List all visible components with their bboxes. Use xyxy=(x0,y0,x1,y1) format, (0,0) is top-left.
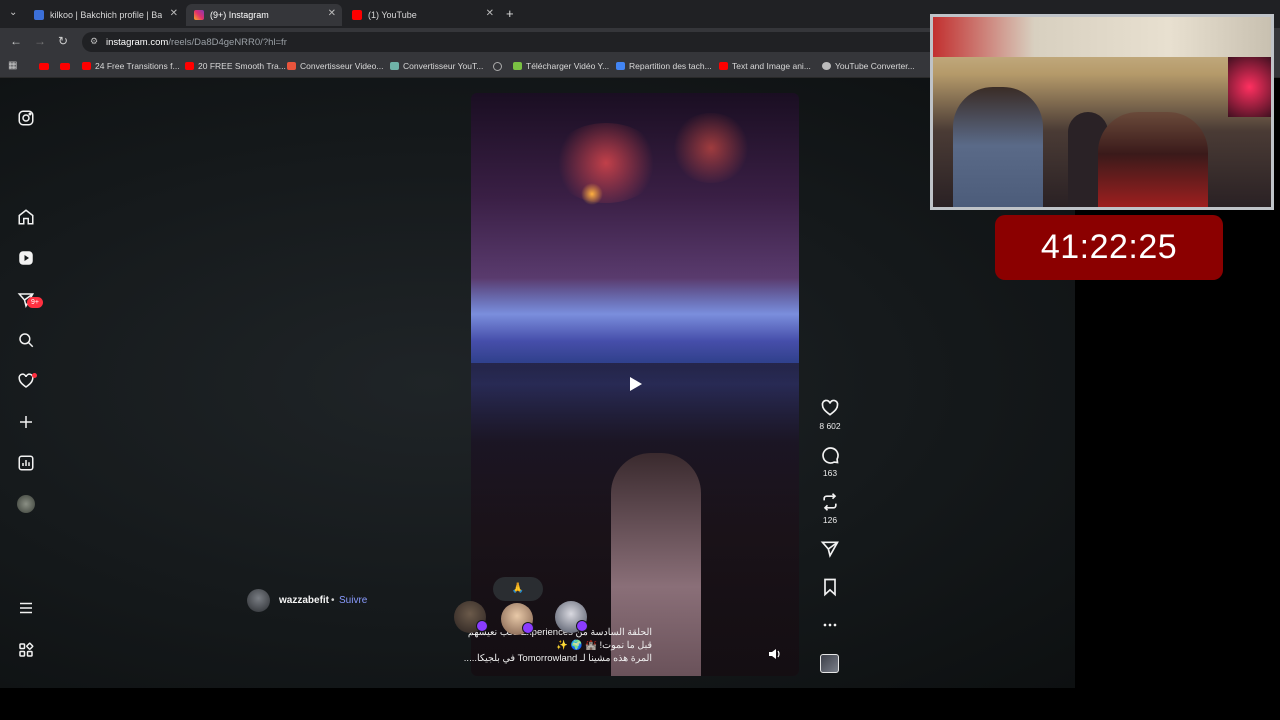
close-tab-icon[interactable]: ✕ xyxy=(486,8,494,19)
globe-icon xyxy=(822,62,831,70)
stream-timer: 41:22:25 xyxy=(995,215,1223,280)
share-icon[interactable] xyxy=(820,539,840,559)
close-tab-icon[interactable]: ✕ xyxy=(170,8,178,19)
bookmark-label: Convertisseur YouT... xyxy=(403,61,484,71)
tab-title: kilkoo | Bakchich profile | Bakch xyxy=(50,10,162,20)
bookmark-item[interactable]: Convertisseur Video... xyxy=(287,61,383,71)
youtube-icon xyxy=(352,10,362,20)
tab-list-chevron-icon[interactable]: ⌄ xyxy=(9,7,17,18)
firework xyxy=(581,183,603,205)
youtube-bookmark-icon[interactable] xyxy=(39,63,49,70)
menu-icon[interactable] xyxy=(17,599,35,617)
likes-count: 8 602 xyxy=(819,421,841,431)
bakchich-icon xyxy=(34,10,44,20)
youtube-icon xyxy=(185,62,194,70)
comments-count: 163 xyxy=(822,468,838,478)
reload-icon[interactable]: ↻ xyxy=(58,34,68,48)
streamer-right xyxy=(1098,112,1208,207)
youtube-icon xyxy=(82,62,91,70)
converter-icon xyxy=(390,62,399,70)
bookmark-item[interactable]: Repartition des tach... xyxy=(616,61,712,71)
dashboard-icon[interactable] xyxy=(17,454,35,472)
original-audio-thumbnail[interactable] xyxy=(820,654,839,673)
bookmark-icon[interactable] xyxy=(820,577,840,597)
tab-title: (9+) Instagram xyxy=(210,10,269,20)
youtube-bookmark-icon[interactable] xyxy=(60,63,70,70)
bookmark-label: Text and Image ani... xyxy=(732,61,811,71)
bookmark-item[interactable]: Text and Image ani... xyxy=(719,61,811,71)
new-tab-button[interactable]: + xyxy=(506,6,514,21)
reels-icon[interactable] xyxy=(17,249,35,267)
follow-button[interactable]: Suivre xyxy=(339,595,367,606)
bookmark-label: Repartition des tach... xyxy=(629,61,712,71)
apps-icon[interactable] xyxy=(17,641,35,659)
globe-icon[interactable] xyxy=(493,62,502,71)
reaction-bubble[interactable]: 🙏 xyxy=(493,577,543,601)
bookmark-label: Convertisseur Video... xyxy=(300,61,384,71)
notification-badge: 9+ xyxy=(27,297,43,308)
comment-icon[interactable] xyxy=(820,445,840,465)
bookmark-item[interactable]: 20 FREE Smooth Tra... xyxy=(185,61,286,71)
home-icon[interactable] xyxy=(17,208,35,226)
reposts-count: 126 xyxy=(822,515,838,525)
bottom-bar xyxy=(0,688,1280,720)
repost-badge-icon xyxy=(576,620,588,632)
converter-icon xyxy=(287,62,296,70)
bookmark-item[interactable]: Télécharger Vidéo Y... xyxy=(513,61,609,71)
bookmark-label: 24 Free Transitions f... xyxy=(95,61,180,71)
bookmark-label: Télécharger Vidéo Y... xyxy=(526,61,610,71)
stage-lights xyxy=(471,278,799,368)
bookmark-item[interactable]: 24 Free Transitions f... xyxy=(82,61,180,71)
author-username[interactable]: wazzabefit xyxy=(279,595,329,606)
profile-avatar[interactable] xyxy=(17,495,35,513)
firework xyxy=(671,113,751,183)
repost-badge-icon xyxy=(522,622,534,634)
instagram-logo-icon[interactable] xyxy=(17,109,35,127)
repost-badge-icon xyxy=(476,620,488,632)
author-avatar[interactable] xyxy=(247,589,270,612)
bookmark-label: 20 FREE Smooth Tra... xyxy=(198,61,286,71)
tab-bakchich[interactable]: kilkoo | Bakchich profile | Bakch ✕ xyxy=(26,4,184,26)
volume-icon[interactable] xyxy=(768,647,782,659)
apps-grid-icon[interactable]: ▦ xyxy=(8,60,17,71)
close-tab-icon[interactable]: ✕ xyxy=(328,8,336,19)
download-icon xyxy=(513,62,522,70)
webcam-overlay xyxy=(930,14,1274,210)
play-icon[interactable] xyxy=(627,376,643,392)
url-host: instagram.com xyxy=(106,36,169,48)
firework xyxy=(551,123,661,203)
tab-youtube[interactable]: (1) YouTube ✕ xyxy=(344,4,500,26)
bookmark-item[interactable]: YouTube Converter... xyxy=(822,61,915,71)
create-plus-icon[interactable] xyxy=(17,413,35,431)
back-arrow-icon[interactable]: ← xyxy=(10,34,22,48)
like-heart-icon[interactable] xyxy=(820,398,840,418)
separator-dot: • xyxy=(331,595,335,606)
repost-icon[interactable] xyxy=(820,492,840,512)
streamer-left xyxy=(953,87,1043,207)
docs-icon xyxy=(616,62,625,70)
more-options-icon[interactable] xyxy=(820,615,840,635)
tab-instagram[interactable]: (9+) Instagram ✕ xyxy=(186,4,342,26)
search-icon[interactable] xyxy=(17,331,35,349)
bookmark-label: YouTube Converter... xyxy=(835,61,915,71)
caption-line: قبل ما نموت! 🏰 🌍 ✨ xyxy=(556,640,652,651)
instagram-icon xyxy=(194,10,204,20)
address-bar[interactable]: ⚙ instagram.com/reels/Da8D4geNRR0/?hl=fr xyxy=(82,32,942,52)
url-path: /reels/Da8D4geNRR0/?hl=fr xyxy=(168,36,287,48)
activity-dot xyxy=(32,373,37,378)
caption-line: المرة هذه مشينا لـ Tomorrowland في بلجيك… xyxy=(463,653,652,664)
forward-arrow-icon[interactable]: → xyxy=(34,34,46,48)
youtube-icon xyxy=(719,62,728,70)
site-info-icon[interactable]: ⚙ xyxy=(90,36,98,47)
tab-title: (1) YouTube xyxy=(368,10,417,20)
neon-sign xyxy=(1228,57,1271,117)
room-ceiling xyxy=(933,17,1271,57)
bookmark-item[interactable]: Convertisseur YouT... xyxy=(390,61,483,71)
